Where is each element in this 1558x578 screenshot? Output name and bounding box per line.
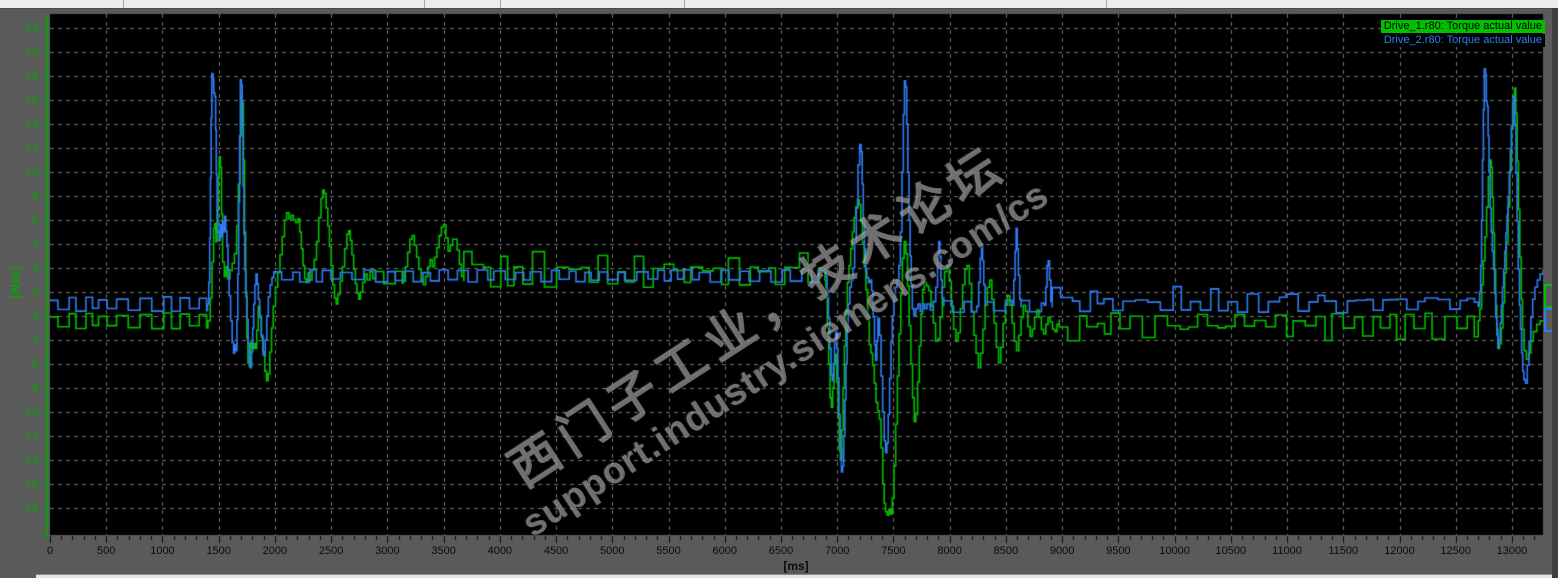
x-tick-label: 3000: [375, 545, 400, 557]
y-tick-label: -6: [28, 358, 38, 370]
right-edge-strip: [1552, 8, 1558, 578]
x-tick-label: 2500: [318, 545, 344, 557]
y-tick-label: 14: [25, 118, 38, 131]
x-tick-label: 10000: [1159, 545, 1190, 557]
x-tick-label: 6500: [768, 545, 794, 557]
y-tick-label: -14: [22, 454, 38, 466]
x-tick-label: 4000: [487, 545, 513, 557]
y-tick-label: -12: [22, 430, 38, 442]
y-tick-label: -2: [28, 310, 38, 323]
y-tick-label: -8: [28, 382, 38, 394]
y-tick-label: -10: [22, 406, 38, 418]
x-tick-label: 11000: [1272, 545, 1302, 557]
y-tick-label: 4: [31, 238, 38, 251]
x-tick-label: 11500: [1328, 545, 1359, 557]
legend: Drive_1.r80: Torque actual value Drive_2…: [1380, 20, 1545, 48]
y-tick-label: 12: [25, 142, 38, 155]
horizontal-scrollbar-edge[interactable]: [36, 574, 1552, 578]
legend-item-drive1[interactable]: Drive_1.r80: Torque actual value: [1380, 20, 1545, 33]
y-tick-label: 20: [25, 46, 38, 59]
y-tick-label: 10: [25, 166, 38, 179]
x-tick-label: 7000: [824, 545, 850, 557]
legend-item-drive2[interactable]: Drive_2.r80: Torque actual value: [1380, 34, 1545, 47]
x-tick-label: 8500: [993, 545, 1019, 557]
x-tick-label: 2000: [262, 545, 288, 557]
x-tick-label: 500: [97, 545, 116, 557]
y-tick-label: 18: [25, 70, 38, 83]
x-tick-label: 8000: [937, 545, 962, 557]
y-tick-label: -16: [22, 478, 38, 490]
y-tick-label: 22: [25, 22, 38, 35]
y-axis-unit-label: [Nm]: [7, 265, 23, 299]
x-tick-label: 5000: [600, 545, 625, 557]
x-tick-label: 9000: [1049, 545, 1075, 557]
x-tick-label: 13000: [1496, 545, 1528, 557]
x-tick-label: 1000: [150, 545, 175, 557]
x-tick-label: 1500: [206, 545, 231, 557]
y-tick-label: 6: [31, 214, 38, 227]
x-axis-unit-label: [ms]: [783, 559, 809, 573]
x-tick-label: 4500: [543, 545, 569, 557]
y-tick-label: -4: [28, 334, 38, 346]
x-tick-label: 6000: [712, 545, 737, 557]
x-tick-label: 9500: [1106, 545, 1131, 557]
trace-window: 22 20 18 16 14 12 10 8 6 4 2 0 -2 -4 -6 -8 -10 -12 -14 -16-…: [0, 0, 1558, 578]
y-tick-label: 16: [25, 94, 38, 107]
trace-plot-area[interactable]: [0, 0, 1558, 578]
x-tick-label: 7500: [881, 545, 906, 557]
x-tick-label: 5500: [656, 545, 681, 557]
x-tick-label: 3500: [431, 545, 456, 557]
y-tick-label: -18: [22, 502, 38, 514]
x-tick-label: 12500: [1440, 545, 1472, 557]
x-tick-label: 0: [46, 545, 54, 557]
y-tick-label: 8: [31, 190, 38, 203]
x-tick-label: 10500: [1215, 545, 1247, 557]
x-tick-label: 12000: [1384, 545, 1415, 557]
